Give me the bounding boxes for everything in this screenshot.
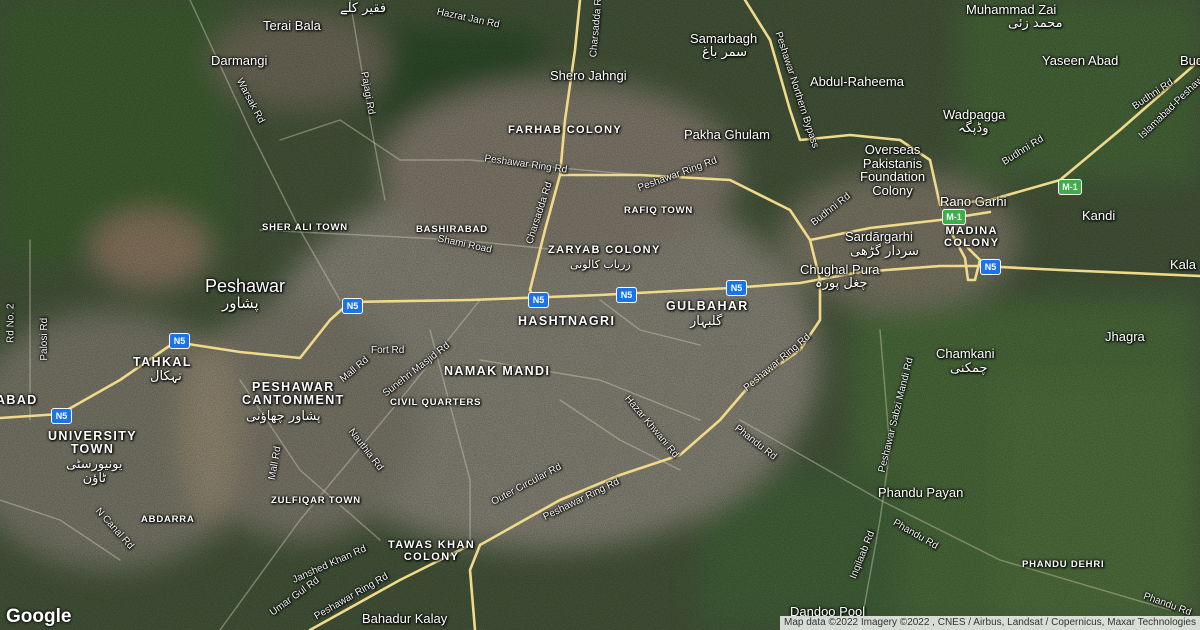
area-wadpagga-ur: وڈپگہ [958, 121, 989, 136]
area-bud: Bud [1180, 53, 1200, 68]
shield-n5: N5 [616, 287, 637, 303]
shield-n5: N5 [51, 408, 72, 424]
area-shero-jahngi: Shero Jahngi [550, 68, 627, 83]
area-hashtnagri: HASHTNAGRI [518, 314, 616, 328]
area-wadpagga: Wadpagga [943, 107, 1006, 122]
area-yaseen-abad: Yaseen Abad [1042, 53, 1119, 68]
area-rano-garhi: Rano Garhi [940, 194, 1007, 209]
area-chamkani-ur: چمکنی [950, 361, 988, 376]
area-terai-bala: Terai Bala [263, 18, 321, 33]
area-abad: ABAD [0, 393, 38, 407]
shield-n5: N5 [980, 259, 1001, 275]
area-farhab-colony: FARHAB COLONY [508, 124, 623, 136]
road-rd-no-2: Rd No. 2 [5, 303, 17, 343]
area-sher-ali-town: SHER ALI TOWN [262, 222, 348, 233]
city-name-ur: پشاور [222, 294, 259, 312]
area-faqir-kalay: فقیر کلے [340, 1, 387, 16]
area-university-town: UNIVERSITY TOWN [48, 429, 138, 457]
area-madina-colony: MADINA COLONY [944, 225, 1000, 249]
shield-m1: M-1 [1058, 179, 1082, 195]
area-civil-quarters: CIVIL QUARTERS [390, 397, 482, 408]
area-tahkal-ur: تہکال [150, 369, 182, 384]
shield-n5: N5 [528, 292, 549, 308]
road-fort-rd: Fort Rd [371, 345, 405, 356]
shield-n5: N5 [169, 333, 190, 349]
area-zaryab-colony: ZARYAB COLONY [548, 244, 661, 256]
area-tawas-khan-colony: TAWAS KHAN COLONY [388, 539, 476, 563]
area-gulbahar: GULBAHAR [666, 299, 749, 313]
area-chamkani: Chamkani [936, 346, 995, 361]
area-opf-colony: Overseas Pakistanis Foundation Colony [860, 142, 926, 198]
area-darmangi: Darmangi [211, 53, 268, 68]
area-jhagra: Jhagra [1105, 329, 1145, 344]
area-university-town-ur: یونیورسٹی ٹاؤن [66, 457, 123, 486]
road-palosi-rd: Palosi Rd [39, 317, 51, 361]
area-kandi: Kandi [1082, 208, 1116, 223]
area-samarbagh: Samarbagh [690, 31, 758, 46]
google-logo[interactable]: Google [6, 606, 71, 628]
area-samarbagh-ur: سمر باغ [702, 45, 748, 60]
area-kala: Kala [1170, 257, 1197, 272]
area-namak-mandi: NAMAK MANDI [444, 364, 551, 378]
map-attribution[interactable]: Map data ©2022 Imagery ©2022 , CNES / Ai… [780, 616, 1200, 630]
area-abdul-raheema: Abdul-Raheema [810, 74, 904, 89]
area-phandu-dehri: PHANDU DEHRI [1022, 559, 1105, 570]
area-peshawar-cantonment-ur: پشاور چھاؤنی [246, 409, 321, 424]
area-pakha-ghulam: Pakha Ghulam [684, 127, 770, 142]
area-sardargarhi-ur: سردار گڑھی [850, 244, 919, 259]
satellite-map[interactable]: Terai Bala فقیر کلے Darmangi Samarbagh س… [0, 0, 1200, 630]
area-abdarra: ABDARRA [141, 514, 195, 525]
area-tahkal: TAHKAL [133, 355, 192, 369]
area-muhammad-zai: Muhammad Zai [966, 2, 1057, 17]
area-chughal-pura: Chughal Pura [800, 262, 880, 277]
area-chughal-pura-ur: چغل پورہ [815, 276, 868, 291]
area-sardargarhi: Sardārgarhi [845, 229, 913, 244]
shield-n5: N5 [726, 280, 747, 296]
area-zaryab-colony-ur: زریاب کالونی [570, 258, 631, 271]
area-bashirabad: BASHIRABAD [416, 224, 488, 235]
area-gulbahar-ur: گلبہار [690, 314, 723, 329]
area-peshawar-cantonment: PESHAWAR CANTONMENT [242, 380, 345, 408]
area-rafiq-town: RAFIQ TOWN [624, 205, 694, 216]
area-bahadur-kalay: Bahadur Kalay [362, 611, 448, 626]
shield-n5: N5 [342, 298, 363, 314]
shield-m1: M-1 [942, 209, 966, 225]
area-muhammad-zai-ur: محمد زئی [1008, 16, 1063, 31]
area-phandu-payan: Phandu Payan [878, 485, 964, 500]
area-zulfiqar-town: ZULFIQAR TOWN [271, 495, 361, 506]
